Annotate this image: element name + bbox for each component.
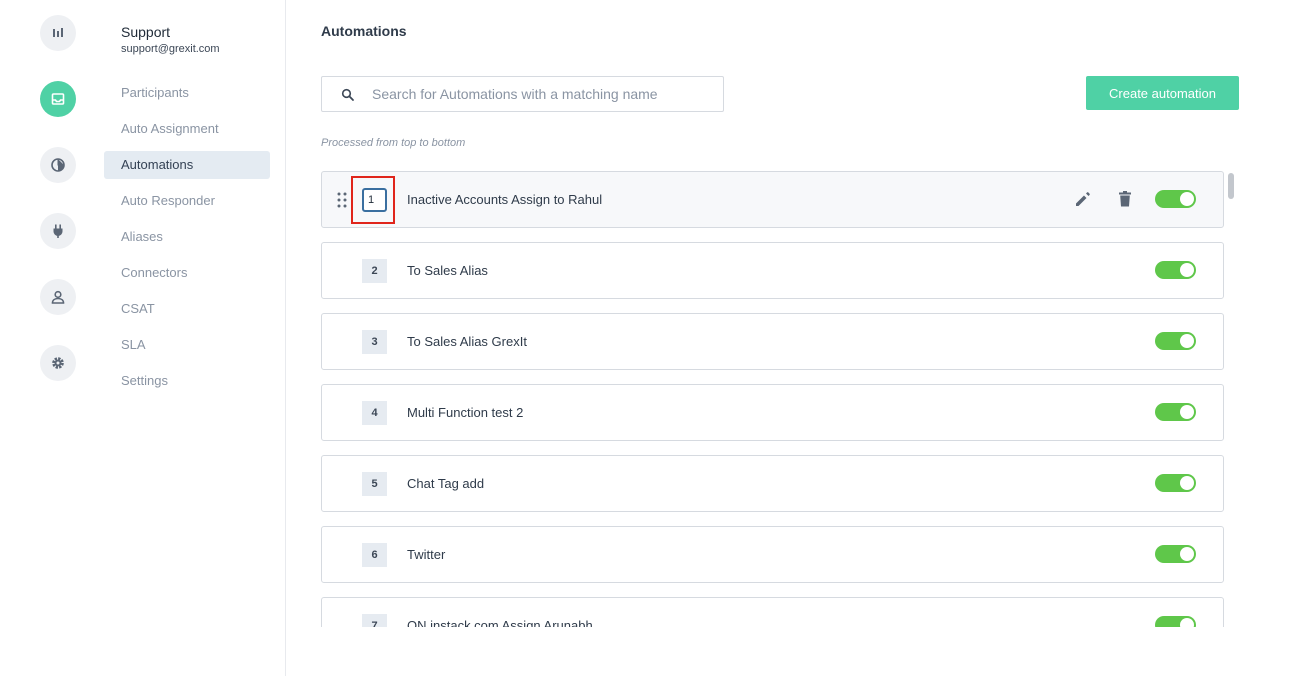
toggle-knob (1180, 476, 1194, 490)
toggle-knob (1180, 192, 1194, 206)
integrations-icon (53, 224, 63, 238)
reports-icon (51, 158, 65, 172)
automation-row[interactable]: 4 Multi Function test 2 (321, 384, 1224, 441)
toggle-knob (1180, 618, 1194, 627)
search-input[interactable] (372, 77, 712, 111)
automation-row[interactable]: 6 Twitter (321, 526, 1224, 583)
toggle-knob (1180, 405, 1194, 419)
order-badge: 2 (362, 259, 387, 283)
settings-sidebar: Support support@grexit.com Participants … (104, 0, 286, 676)
enable-toggle[interactable] (1155, 474, 1196, 492)
sidebar-item-csat[interactable]: CSAT (104, 295, 270, 323)
automation-name[interactable]: To Sales Alias (407, 243, 488, 298)
inbox-name: Support (121, 24, 171, 40)
profile-button[interactable] (40, 279, 76, 315)
enable-toggle[interactable] (1155, 332, 1196, 350)
automation-row[interactable]: 2 To Sales Alias (321, 242, 1224, 299)
enable-toggle[interactable] (1155, 545, 1196, 563)
order-input[interactable]: 1 (362, 188, 387, 212)
inbox-button[interactable] (40, 81, 76, 117)
icon-rail (0, 0, 104, 676)
integrations-button[interactable] (40, 213, 76, 249)
enable-toggle[interactable] (1155, 190, 1196, 208)
automation-name[interactable]: Multi Function test 2 (407, 385, 523, 440)
order-badge: 3 (362, 330, 387, 354)
sidebar-item-auto-responder[interactable]: Auto Responder (104, 187, 270, 215)
sidebar-item-aliases[interactable]: Aliases (104, 223, 270, 251)
drag-handle-icon[interactable] (336, 191, 348, 209)
inbox-icon (51, 93, 65, 105)
sidebar-item-automations[interactable]: Automations (104, 151, 270, 179)
profile-icon (51, 290, 65, 304)
enable-toggle[interactable] (1155, 261, 1196, 279)
enable-toggle[interactable] (1155, 403, 1196, 421)
enable-toggle[interactable] (1155, 616, 1196, 627)
automation-row[interactable]: 5 Chat Tag add (321, 455, 1224, 512)
sidebar-item-connectors[interactable]: Connectors (104, 259, 270, 287)
order-badge: 4 (362, 401, 387, 425)
automation-name[interactable]: Chat Tag add (407, 456, 484, 511)
toggle-knob (1180, 334, 1194, 348)
scroll-thumb[interactable] (1228, 173, 1234, 199)
analytics-button[interactable] (40, 15, 76, 51)
create-automation-button[interactable]: Create automation (1086, 76, 1239, 110)
reports-button[interactable] (40, 147, 76, 183)
automation-name[interactable]: ON instack.com Assign Arunabh (407, 598, 593, 627)
order-badge: 5 (362, 472, 387, 496)
sidebar-item-auto-assignment[interactable]: Auto Assignment (104, 115, 270, 143)
automation-row[interactable]: 7 ON instack.com Assign Arunabh (321, 597, 1224, 627)
automation-row[interactable]: 1 Inactive Accounts Assign to Rahul (321, 171, 1224, 228)
search-box (321, 76, 724, 112)
toggle-knob (1180, 547, 1194, 561)
automation-list: 1 Inactive Accounts Assign to Rahul 2 To… (321, 171, 1239, 627)
automation-name[interactable]: Twitter (407, 527, 445, 582)
order-badge: 7 (362, 614, 387, 627)
automation-name[interactable]: To Sales Alias GrexIt (407, 314, 527, 369)
order-badge: 6 (362, 543, 387, 567)
analytics-icon (53, 28, 63, 37)
sidebar-item-sla[interactable]: SLA (104, 331, 270, 359)
settings-button[interactable] (40, 345, 76, 381)
automation-row[interactable]: 3 To Sales Alias GrexIt (321, 313, 1224, 370)
edit-icon[interactable] (1073, 189, 1093, 209)
delete-icon[interactable] (1115, 189, 1135, 209)
gear-icon (52, 357, 64, 369)
inbox-email: support@grexit.com (121, 43, 220, 55)
list-scrollbar[interactable] (1226, 171, 1237, 627)
sidebar-item-settings[interactable]: Settings (104, 367, 270, 395)
page-title: Automations (321, 23, 407, 39)
sidebar-item-participants[interactable]: Participants (104, 79, 270, 107)
automation-name[interactable]: Inactive Accounts Assign to Rahul (407, 172, 602, 227)
toggle-knob (1180, 263, 1194, 277)
search-icon (341, 88, 354, 101)
automations-panel: Automations Create automation Processed … (321, 0, 1239, 676)
processing-order-note: Processed from top to bottom (321, 137, 466, 149)
